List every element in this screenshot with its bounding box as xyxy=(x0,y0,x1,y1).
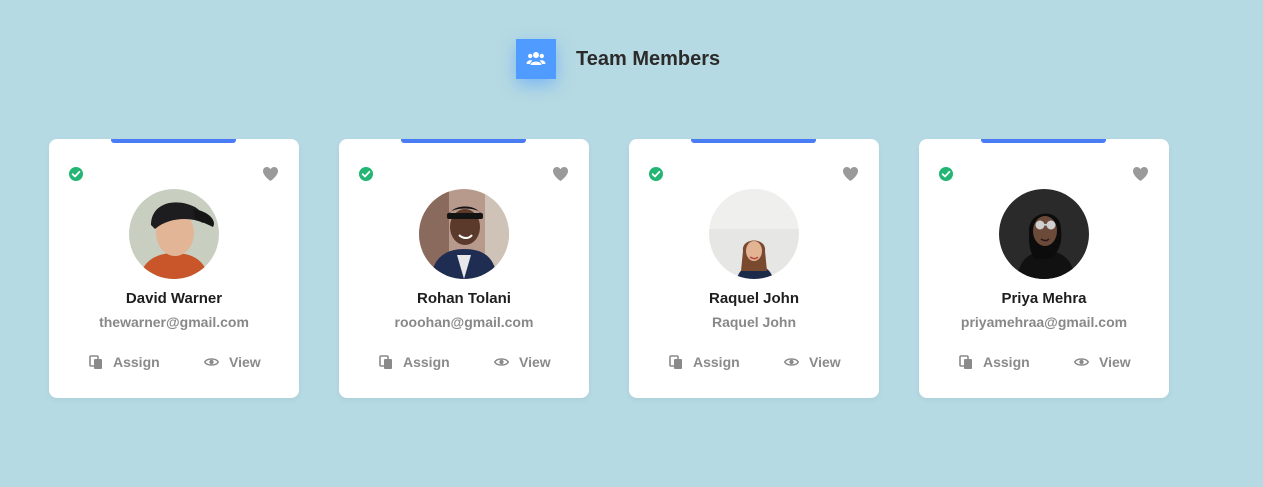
eye-icon xyxy=(204,358,219,366)
card-actions: Assign View xyxy=(629,354,879,372)
assign-label: Assign xyxy=(113,354,160,370)
avatar xyxy=(709,189,799,279)
view-button[interactable]: View xyxy=(784,354,841,370)
assign-button[interactable]: Assign xyxy=(959,354,1030,370)
assign-label: Assign xyxy=(693,354,740,370)
card-accent-bar xyxy=(981,139,1106,143)
favorite-heart-icon[interactable] xyxy=(552,166,569,182)
eye-icon xyxy=(1074,358,1089,366)
card-accent-bar xyxy=(691,139,816,143)
verified-check-icon xyxy=(69,167,83,181)
favorite-heart-icon[interactable] xyxy=(1132,166,1149,182)
avatar xyxy=(129,189,219,279)
member-card: Priya Mehra priyamehraa@gmail.com Assign… xyxy=(919,139,1169,398)
member-card: David Warner thewarner@gmail.com Assign … xyxy=(49,139,299,398)
card-accent-bar xyxy=(401,139,526,143)
assign-button[interactable]: Assign xyxy=(669,354,740,370)
view-button[interactable]: View xyxy=(494,354,551,370)
avatar xyxy=(999,189,1089,279)
view-label: View xyxy=(809,354,841,370)
favorite-heart-icon[interactable] xyxy=(262,166,279,182)
view-label: View xyxy=(229,354,261,370)
copy-icon xyxy=(669,354,682,369)
member-card: Raquel John Raquel John Assign View xyxy=(629,139,879,398)
eye-icon xyxy=(494,358,509,366)
users-icon xyxy=(516,39,556,79)
eye-icon xyxy=(784,358,799,366)
member-email: Raquel John xyxy=(711,314,796,330)
view-button[interactable]: View xyxy=(204,354,261,370)
member-email: priyamehraa@gmail.com xyxy=(960,314,1128,330)
copy-icon xyxy=(89,354,102,369)
view-button[interactable]: View xyxy=(1074,354,1131,370)
page-title: Team Members xyxy=(576,47,721,70)
verified-check-icon xyxy=(649,167,663,181)
verified-check-icon xyxy=(359,167,373,181)
card-actions: Assign View xyxy=(919,354,1169,372)
member-email: thewarner@gmail.com xyxy=(99,314,249,330)
card-accent-bar xyxy=(111,139,236,143)
member-email: rooohan@gmail.com xyxy=(394,314,534,330)
assign-label: Assign xyxy=(983,354,1030,370)
copy-icon xyxy=(379,354,392,369)
favorite-heart-icon[interactable] xyxy=(842,166,859,182)
member-card-list: David Warner thewarner@gmail.com Assign … xyxy=(49,139,1169,398)
view-label: View xyxy=(519,354,551,370)
section-header: Team Members xyxy=(516,39,720,79)
assign-label: Assign xyxy=(403,354,450,370)
view-label: View xyxy=(1099,354,1131,370)
copy-icon xyxy=(959,354,972,369)
member-card: Rohan Tolani rooohan@gmail.com Assign Vi… xyxy=(339,139,589,398)
assign-button[interactable]: Assign xyxy=(379,354,450,370)
avatar xyxy=(419,189,509,279)
card-actions: Assign View xyxy=(339,354,589,372)
member-name: David Warner xyxy=(125,290,223,307)
assign-button[interactable]: Assign xyxy=(89,354,160,370)
member-name: Rohan Tolani xyxy=(417,290,511,307)
member-name: Raquel John xyxy=(708,290,799,307)
member-name: Priya Mehra xyxy=(1001,290,1087,307)
verified-check-icon xyxy=(939,167,953,181)
card-actions: Assign View xyxy=(49,354,299,372)
